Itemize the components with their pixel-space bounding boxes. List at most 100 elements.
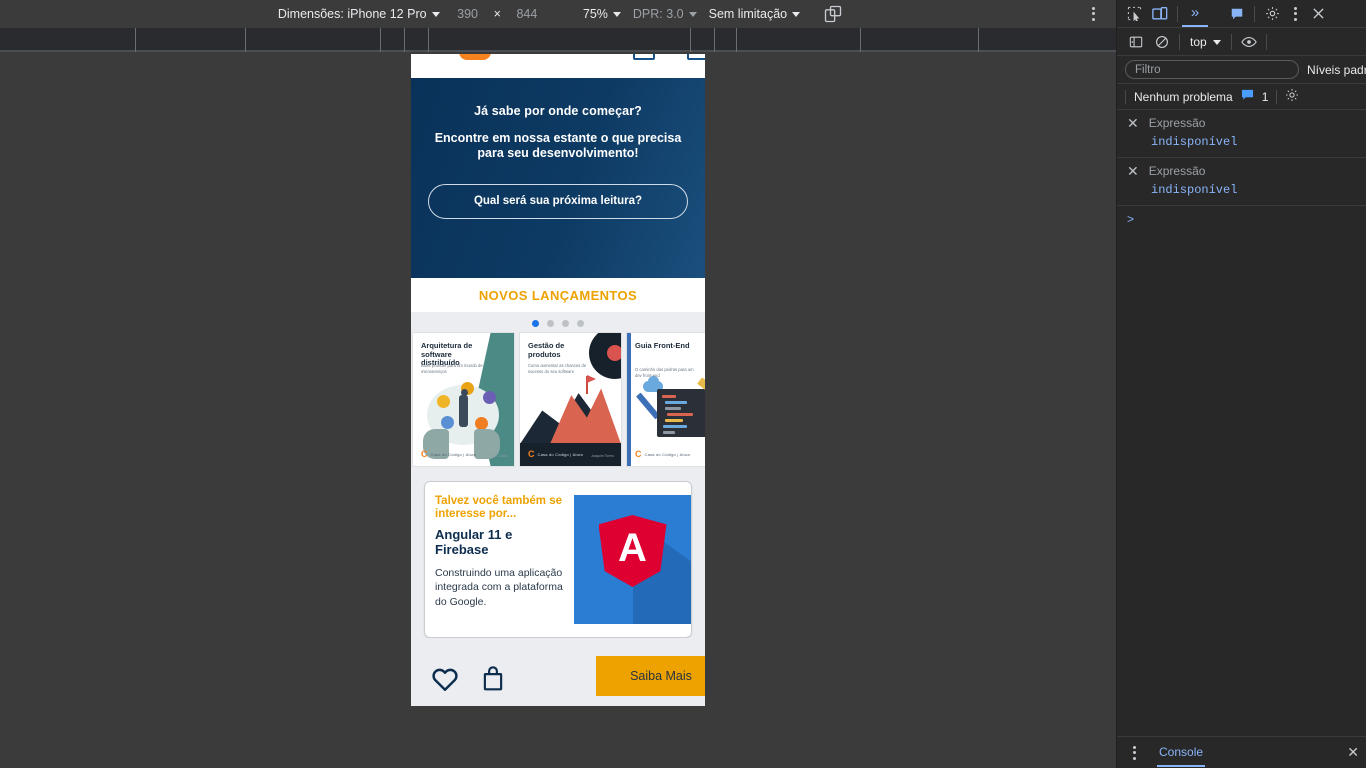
log-levels-label: Níveis padrão bbox=[1307, 62, 1366, 77]
close-icon[interactable] bbox=[1305, 1, 1331, 27]
device-toolbar: Dimensões: iPhone 12 Pro 390 × 844 75% D… bbox=[0, 0, 1116, 28]
book-cover-art bbox=[657, 389, 705, 437]
carousel-dot-4[interactable] bbox=[577, 320, 584, 327]
gear-icon[interactable] bbox=[1285, 88, 1299, 105]
console-sidebar-icon[interactable] bbox=[1123, 29, 1149, 55]
book-card[interactable]: Arquitetura de software distribuído Boas… bbox=[413, 333, 514, 466]
dot bbox=[1091, 17, 1095, 21]
ruler-tick bbox=[135, 28, 136, 52]
log-levels-selector[interactable]: Níveis padrão bbox=[1307, 63, 1366, 77]
live-expression-header: ✕ Expressão bbox=[1117, 164, 1366, 178]
context-label: top bbox=[1190, 34, 1207, 49]
carousel-slides: Arquitetura de software distribuído Boas… bbox=[411, 333, 705, 466]
book-cover-art bbox=[587, 375, 596, 383]
close-icon[interactable]: ✕ bbox=[1127, 116, 1139, 130]
divider bbox=[1254, 5, 1255, 22]
book-cover-art bbox=[459, 395, 468, 427]
devtools-toolbar: » bbox=[1117, 0, 1366, 28]
book-publisher: C Casa do Código | Alura bbox=[635, 450, 690, 459]
book-publisher: C Casa do Código | Alura bbox=[528, 450, 583, 459]
publisher-logo: C bbox=[528, 449, 535, 459]
ruler-tick bbox=[978, 28, 979, 52]
code-line bbox=[665, 407, 681, 410]
heart-icon[interactable] bbox=[431, 666, 459, 697]
more-options-icon[interactable] bbox=[1125, 745, 1143, 760]
live-expression-icon[interactable] bbox=[1236, 29, 1262, 55]
device-preset-label: Dimensões: iPhone 12 Pro bbox=[277, 6, 427, 21]
suggestion-card-text: Talvez você também se interesse por... A… bbox=[435, 495, 574, 624]
close-icon[interactable]: ✕ bbox=[1127, 164, 1139, 178]
book-author: Joaquim Torres bbox=[590, 454, 614, 458]
gear-icon[interactable] bbox=[1259, 1, 1285, 27]
clear-console-icon[interactable] bbox=[1149, 29, 1175, 55]
dot bbox=[1091, 12, 1095, 15]
toolbar-more-options-button[interactable] bbox=[1084, 5, 1102, 23]
book-card[interactable]: Gestão de produtos Como aumentar as chan… bbox=[520, 333, 621, 466]
live-expression-value: indisponível bbox=[1151, 183, 1238, 197]
angular-logo-icon: A bbox=[574, 495, 691, 624]
throttling-selector[interactable]: Sem limitação bbox=[703, 5, 807, 23]
inspect-element-icon[interactable] bbox=[1121, 1, 1147, 27]
book-subtitle: Boas práticas para um mundo de microserv… bbox=[421, 363, 483, 374]
console-panel-icon[interactable] bbox=[1224, 1, 1250, 27]
throttling-label: Sem limitação bbox=[708, 6, 788, 21]
more-options-icon[interactable] bbox=[1285, 6, 1305, 21]
divider bbox=[1177, 5, 1178, 22]
tab-console[interactable]: Console bbox=[1157, 738, 1206, 767]
zoom-selector[interactable]: 75% bbox=[577, 5, 627, 23]
ruler-tick bbox=[245, 28, 246, 52]
filter-input[interactable] bbox=[1125, 60, 1299, 79]
ruler-tick bbox=[404, 28, 405, 52]
dot bbox=[1293, 6, 1297, 10]
dpr-selector[interactable]: DPR: 3.0 bbox=[627, 5, 703, 23]
more-tabs-chevron-icon[interactable]: » bbox=[1182, 1, 1208, 27]
dot bbox=[1293, 17, 1297, 21]
console-prompt[interactable]: > bbox=[1117, 206, 1366, 232]
suggestion-card[interactable]: Talvez você também se interesse por... A… bbox=[424, 481, 692, 638]
dimension-separator: × bbox=[493, 6, 501, 21]
hero-cta-button[interactable]: Qual será sua próxima leitura? bbox=[428, 183, 688, 219]
ruler-tick bbox=[714, 28, 715, 52]
rotate-icon[interactable] bbox=[822, 3, 844, 25]
device-toolbar-icon[interactable] bbox=[1147, 1, 1173, 27]
navbar-square-icon bbox=[633, 54, 655, 60]
suggestion-kicker: Talvez você também se interesse por... bbox=[435, 495, 562, 521]
prompt-caret-icon: > bbox=[1127, 212, 1135, 226]
dot bbox=[1132, 751, 1136, 754]
viewport-ruler[interactable] bbox=[0, 28, 1116, 52]
book-cover-art bbox=[627, 333, 631, 466]
book-cover-art bbox=[441, 416, 454, 429]
viewport-height-input[interactable]: 844 bbox=[505, 7, 549, 21]
execution-context-selector[interactable]: top bbox=[1184, 33, 1227, 51]
publisher-logo: C bbox=[635, 449, 642, 459]
carousel-dot-1[interactable] bbox=[532, 320, 539, 327]
issues-bar: Nenhum problema 1 bbox=[1117, 84, 1366, 110]
ruler-tick bbox=[428, 28, 429, 52]
live-expression-header: ✕ Expressão bbox=[1117, 116, 1366, 130]
book-card[interactable]: Guia Front-End O caminho das pedras para… bbox=[627, 333, 705, 466]
code-line bbox=[667, 413, 693, 416]
console-toolbar: top bbox=[1117, 28, 1366, 56]
hero-question: Já sabe por onde começar? bbox=[474, 104, 642, 118]
carousel-dot-2[interactable] bbox=[547, 320, 554, 327]
learn-more-button[interactable]: Saiba Mais bbox=[596, 656, 705, 696]
book-cover-art bbox=[437, 395, 450, 408]
navbar-pill-icon bbox=[459, 54, 491, 60]
live-expression-row: ✕ Expressão indisponível bbox=[1117, 158, 1366, 206]
device-viewport[interactable]: Já sabe por onde começar? Encontre em no… bbox=[411, 54, 705, 706]
live-expression-label[interactable]: Expressão bbox=[1149, 164, 1206, 178]
carousel-dot-3[interactable] bbox=[562, 320, 569, 327]
carousel-dots[interactable] bbox=[411, 312, 705, 333]
ruler-tick bbox=[736, 28, 737, 52]
publisher-brand: Casa do Código | Alura bbox=[644, 452, 690, 457]
close-icon[interactable]: ✕ bbox=[1347, 744, 1359, 761]
publisher-brand: Casa do Código | Alura bbox=[430, 452, 476, 457]
device-preset-selector[interactable]: Dimensões: iPhone 12 Pro bbox=[272, 5, 446, 23]
hero-subtitle: Encontre em nossa estante o que precisa … bbox=[434, 131, 682, 160]
publisher-logo: C bbox=[421, 449, 428, 459]
viewport-width-input[interactable]: 390 bbox=[446, 7, 490, 21]
live-expression-label[interactable]: Expressão bbox=[1149, 116, 1206, 130]
shopping-bag-icon[interactable] bbox=[481, 666, 505, 697]
code-line bbox=[665, 401, 687, 404]
book-carousel[interactable]: Arquitetura de software distribuído Boas… bbox=[411, 312, 705, 473]
